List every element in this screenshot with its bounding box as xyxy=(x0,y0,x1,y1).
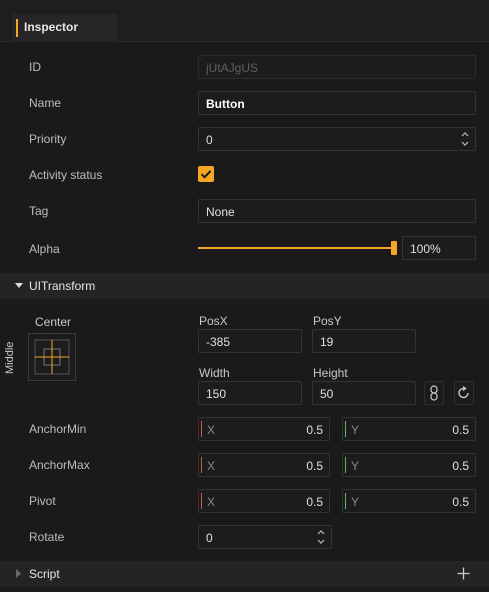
caret-down-icon xyxy=(15,283,23,288)
activity-status-label: Activity status xyxy=(29,168,103,182)
name-value: Button xyxy=(206,97,245,111)
link-icon xyxy=(430,385,438,401)
posx-input[interactable]: -385 xyxy=(198,329,302,353)
activity-status-checkbox[interactable] xyxy=(198,166,214,182)
add-icon[interactable] xyxy=(457,567,470,580)
pivot-y-input[interactable]: Y 0.5 xyxy=(342,489,476,513)
reset-size-button[interactable] xyxy=(454,381,474,405)
uitransform-title: UITransform xyxy=(29,279,96,293)
anchor-preset-v-label: Middle xyxy=(4,341,16,374)
lock-aspect-button[interactable] xyxy=(424,381,444,405)
y-axis-marker xyxy=(345,493,346,509)
tag-value: None xyxy=(206,205,235,219)
anchor-preset-h-label: Center xyxy=(35,315,72,329)
pivot-y-value: 0.5 xyxy=(452,495,469,509)
y-axis-letter: Y xyxy=(351,459,360,473)
uitransform-section-header[interactable]: UITransform xyxy=(0,273,489,299)
pivot-x-value: 0.5 xyxy=(306,495,323,509)
tab-accent-bar xyxy=(16,19,18,37)
id-field: jUtAJgUS xyxy=(198,55,476,79)
rotate-label: Rotate xyxy=(29,530,65,544)
posy-label: PosY xyxy=(313,314,342,328)
rotate-spin-icon[interactable] xyxy=(317,528,325,546)
x-axis-letter: X xyxy=(207,423,216,437)
anchormax-label: AnchorMax xyxy=(29,458,90,472)
alpha-label: Alpha xyxy=(29,242,60,256)
priority-spin-icon[interactable] xyxy=(461,130,469,148)
anchormin-y-input[interactable]: Y 0.5 xyxy=(342,417,476,441)
alpha-value: 100% xyxy=(410,242,441,256)
anchormax-x-value: 0.5 xyxy=(306,459,323,473)
width-input[interactable]: 150 xyxy=(198,381,302,405)
priority-stepper[interactable]: 0 xyxy=(198,127,476,151)
anchor-preset-button[interactable] xyxy=(28,333,76,381)
id-value: jUtAJgUS xyxy=(206,61,259,75)
anchormin-x-value: 0.5 xyxy=(306,423,323,437)
tab-bar: Inspector xyxy=(0,0,489,42)
posy-value: 19 xyxy=(320,335,334,349)
pivot-x-input[interactable]: X 0.5 xyxy=(198,489,330,513)
height-value: 50 xyxy=(320,387,334,401)
checkmark-icon xyxy=(200,170,212,179)
anchormin-y-value: 0.5 xyxy=(452,423,469,437)
alpha-input[interactable]: 100% xyxy=(402,236,476,260)
posx-value: -385 xyxy=(206,335,231,349)
width-value: 150 xyxy=(206,387,227,401)
y-axis-letter: Y xyxy=(351,495,360,509)
tag-select[interactable]: None xyxy=(198,199,476,223)
anchormax-y-input[interactable]: Y 0.5 xyxy=(342,453,476,477)
posy-input[interactable]: 19 xyxy=(312,329,416,353)
y-axis-letter: Y xyxy=(351,423,360,437)
y-axis-marker xyxy=(345,457,346,473)
rotate-stepper[interactable]: 0 xyxy=(198,525,332,549)
height-label: Height xyxy=(313,366,348,380)
posx-label: PosX xyxy=(199,314,228,328)
anchor-preset-icon xyxy=(34,339,70,375)
x-axis-letter: X xyxy=(207,495,216,509)
priority-value: 0 xyxy=(206,133,213,147)
name-field[interactable]: Button xyxy=(198,91,476,115)
x-axis-marker xyxy=(201,421,202,437)
id-label: ID xyxy=(29,60,41,74)
height-input[interactable]: 50 xyxy=(312,381,416,405)
caret-right-icon xyxy=(16,569,21,578)
x-axis-letter: X xyxy=(207,459,216,473)
tab-inspector-label: Inspector xyxy=(24,20,79,34)
anchormax-x-input[interactable]: X 0.5 xyxy=(198,453,330,477)
rotate-value: 0 xyxy=(206,531,213,545)
reset-icon xyxy=(458,385,469,399)
y-axis-marker xyxy=(345,421,346,437)
name-label: Name xyxy=(29,96,62,110)
priority-label: Priority xyxy=(29,132,67,146)
tab-inspector[interactable]: Inspector xyxy=(12,14,117,42)
x-axis-marker xyxy=(201,493,202,509)
script-title: Script xyxy=(29,567,60,581)
tag-label: Tag xyxy=(29,204,49,218)
anchormin-label: AnchorMin xyxy=(29,422,87,436)
anchormin-x-input[interactable]: X 0.5 xyxy=(198,417,330,441)
pivot-label: Pivot xyxy=(29,494,56,508)
width-label: Width xyxy=(199,366,230,380)
x-axis-marker xyxy=(201,457,202,473)
script-section-header[interactable]: Script xyxy=(0,561,489,587)
anchormax-y-value: 0.5 xyxy=(452,459,469,473)
alpha-slider-handle[interactable] xyxy=(391,241,397,255)
alpha-slider-track[interactable] xyxy=(198,247,395,249)
